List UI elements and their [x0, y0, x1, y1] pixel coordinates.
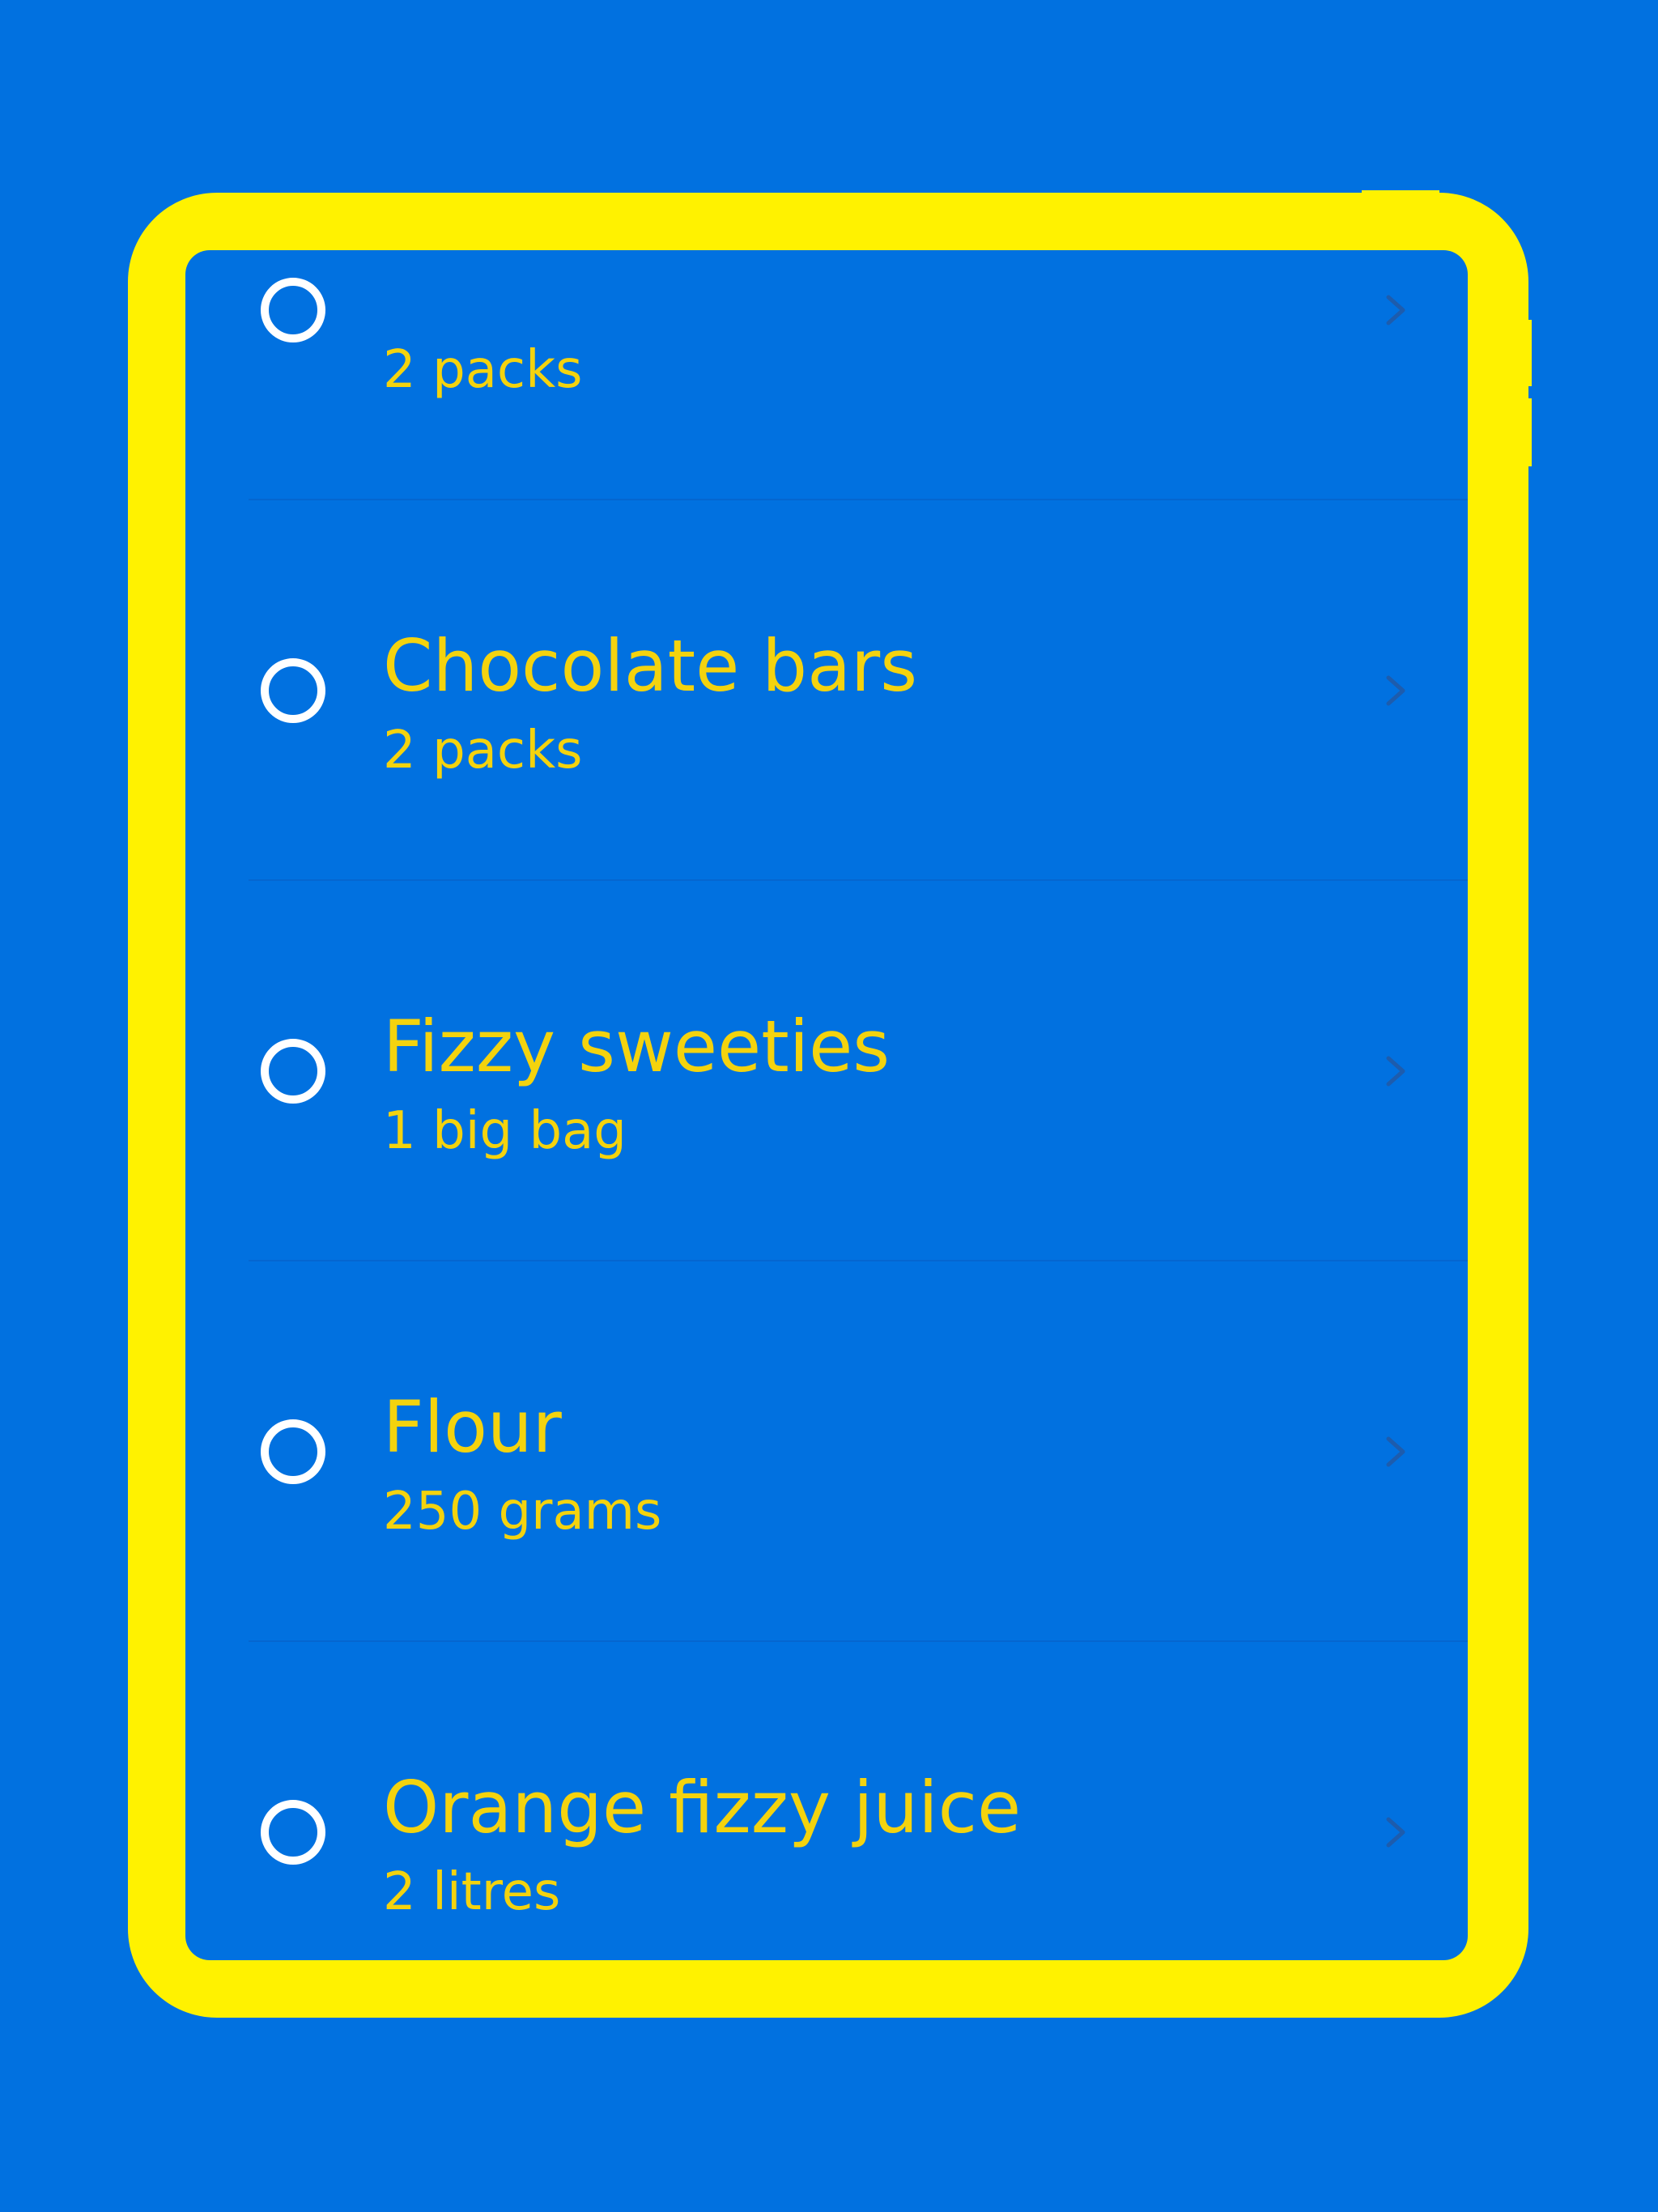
volume-down-button: [1525, 398, 1532, 466]
checkbox-circle-icon[interactable]: [261, 658, 325, 723]
item-title: Orange fizzy juice: [383, 1766, 1022, 1849]
item-title: Fizzy sweeties: [383, 1005, 891, 1088]
chevron-right-icon: [1386, 1436, 1405, 1467]
checkbox-circle-icon[interactable]: [261, 278, 325, 342]
chevron-right-icon: [1386, 1056, 1405, 1087]
item-quantity: 2 litres: [383, 1862, 561, 1922]
list-item[interactable]: 2 packs: [185, 250, 1468, 500]
item-quantity: 1 big bag: [383, 1101, 627, 1161]
screen: 2 packs Chocolate bars 2 packs Fizzy swe…: [185, 250, 1468, 1960]
chevron-right-icon: [1386, 295, 1405, 325]
volume-up-button: [1525, 320, 1532, 386]
item-title: Flour: [383, 1385, 562, 1469]
top-button: [1362, 190, 1439, 202]
item-quantity: 2 packs: [383, 721, 583, 781]
chevron-right-icon: [1386, 675, 1405, 706]
checkbox-circle-icon[interactable]: [261, 1039, 325, 1104]
item-quantity: 250 grams: [383, 1482, 662, 1542]
item-quantity: 2 packs: [383, 340, 583, 400]
list-item[interactable]: Chocolate bars 2 packs: [185, 500, 1468, 881]
list-item[interactable]: Flour 250 grams: [185, 1261, 1468, 1642]
list-item[interactable]: Orange fizzy juice 2 litres: [185, 1642, 1468, 1960]
item-title: Chocolate bars: [383, 624, 918, 708]
chevron-right-icon: [1386, 1817, 1405, 1848]
list-item[interactable]: Fizzy sweeties 1 big bag: [185, 881, 1468, 1261]
checkbox-circle-icon[interactable]: [261, 1800, 325, 1865]
shopping-list: 2 packs Chocolate bars 2 packs Fizzy swe…: [185, 250, 1468, 1960]
checkbox-circle-icon[interactable]: [261, 1419, 325, 1484]
